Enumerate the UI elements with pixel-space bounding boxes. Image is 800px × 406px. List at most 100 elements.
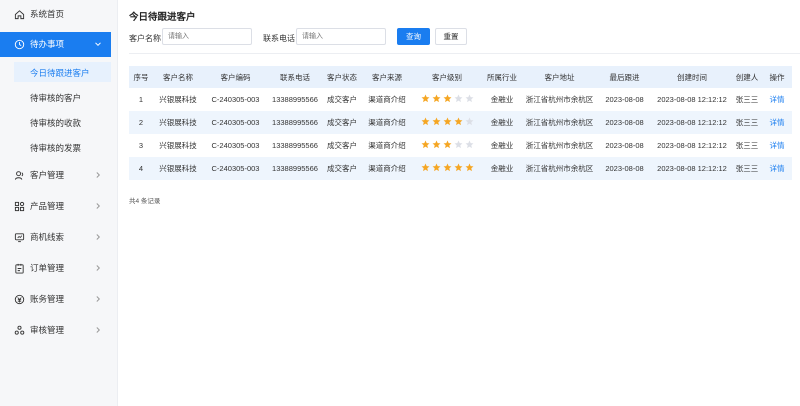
- cell-address: 浙江省杭州市余杭区: [525, 95, 594, 104]
- detail-link[interactable]: 详情: [770, 118, 785, 127]
- star-icon: [443, 117, 452, 128]
- main-content: 今日待跟进客户 客户名称 联系电话 查询 重置 序号客户名称客户编码联系电话客户…: [118, 0, 800, 406]
- cell-creator: 张三三: [735, 95, 759, 104]
- chevron-right-icon: [96, 203, 101, 209]
- column-header: 客户来源: [362, 66, 412, 88]
- sidebar-sub-label: 今日待跟进客户: [30, 68, 90, 78]
- sidebar-sub-today-followup[interactable]: 今日待跟进客户: [14, 62, 111, 82]
- customer-name-input[interactable]: [162, 28, 252, 45]
- cell-created: 2023-08-08 12:12:12: [657, 141, 727, 150]
- sidebar-item-label: 商机线索: [30, 232, 65, 242]
- cell-creator: 张三三: [732, 111, 762, 134]
- sidebar-item-todo[interactable]: 待办事项: [0, 32, 111, 57]
- cell-phone: 13388995566: [268, 111, 322, 134]
- detail-link[interactable]: 详情: [770, 141, 785, 150]
- column-header: 创建人: [732, 66, 762, 88]
- cell-name: 兴银展科技: [159, 95, 197, 104]
- cell-source: 渠道商介绍: [368, 141, 406, 150]
- cell-no: 3: [138, 141, 144, 150]
- star-icon: [421, 117, 430, 128]
- star-icon: [454, 117, 463, 128]
- cell-address: 浙江省杭州市余杭区: [525, 141, 594, 150]
- sidebar-item-customers[interactable]: 客户管理: [0, 163, 111, 187]
- star-icon: [465, 117, 474, 128]
- customer-level-stars: [412, 157, 482, 180]
- cell-industry: 金融业: [490, 141, 514, 150]
- sidebar: 系统首页 待办事项 今日待跟进客户 待审核的客户 待审核的收款 待审核的发票 客…: [0, 0, 118, 406]
- cell-created: 2023-08-08 12:12:12: [652, 157, 732, 180]
- cell-code: C-240305-003: [203, 111, 268, 134]
- clipboard-icon: [12, 261, 26, 275]
- detail-link[interactable]: 详情: [770, 95, 785, 104]
- cell-no: 1: [138, 95, 144, 104]
- star-icon: [421, 140, 430, 151]
- phone-label: 联系电话: [263, 34, 295, 43]
- cell-industry: 金融业: [490, 95, 514, 104]
- star-icon: [443, 163, 452, 174]
- sidebar-sub-pending-payments[interactable]: 待审核的收款: [0, 112, 111, 132]
- sidebar-item-label: 产品管理: [30, 201, 65, 211]
- cell-code: C-240305-003: [203, 157, 268, 180]
- home-icon: [12, 7, 26, 21]
- finance-icon: [12, 292, 26, 306]
- column-header: 序号: [129, 66, 153, 88]
- cell-phone: 13388995566: [272, 141, 318, 150]
- chevron-right-icon: [96, 296, 101, 302]
- cell-source: 渠道商介绍: [362, 157, 412, 180]
- customer-level-stars: [412, 111, 482, 134]
- star-icon: [465, 94, 474, 105]
- cell-name: 兴银展科技: [153, 111, 203, 134]
- cell-name: 兴银展科技: [159, 141, 197, 150]
- customer-level-stars: [412, 88, 482, 111]
- sidebar-sub-pending-invoices[interactable]: 待审核的发票: [0, 137, 111, 157]
- table-body: 1 兴银展科技 C-240305-003 13388995566 成交客户 渠道商介绍 金融…: [129, 88, 792, 180]
- cell-created: 2023-08-08 12:12:12: [652, 111, 732, 134]
- column-header: 操作: [762, 66, 792, 88]
- sidebar-item-label: 客户管理: [30, 170, 65, 180]
- cell-creator: 张三三: [732, 157, 762, 180]
- cell-status: 成交客户: [327, 95, 357, 104]
- cell-creator: 张三三: [735, 141, 759, 150]
- sidebar-item-accounts[interactable]: 账务管理: [0, 287, 111, 311]
- cell-address: 浙江省杭州市余杭区: [522, 111, 597, 134]
- sidebar-item-audit[interactable]: 审核管理: [0, 318, 111, 342]
- star-icon: [432, 163, 441, 174]
- customer-icon: [12, 168, 26, 182]
- column-header: 创建时间: [652, 66, 732, 88]
- column-header: 所属行业: [482, 66, 522, 88]
- sidebar-item-label: 系统首页: [30, 9, 65, 19]
- reset-button[interactable]: 重置: [435, 28, 467, 45]
- grid-icon: [12, 199, 26, 213]
- sidebar-item-orders[interactable]: 订单管理: [0, 256, 111, 280]
- sidebar-sub-pending-customers[interactable]: 待审核的客户: [0, 87, 111, 107]
- sidebar-item-leads[interactable]: 商机线索: [0, 225, 111, 249]
- action-cell: 详情: [762, 111, 792, 134]
- star-icon: [465, 140, 474, 151]
- star-icon: [421, 163, 430, 174]
- detail-link[interactable]: 详情: [770, 164, 785, 173]
- cell-created: 2023-08-08 12:12:12: [657, 95, 727, 104]
- table-row: 3 兴银展科技 C-240305-003 13388995566 成交客户 渠道商介绍 金融…: [129, 134, 792, 157]
- cell-address: 浙江省杭州市余杭区: [522, 157, 597, 180]
- search-button[interactable]: 查询: [397, 28, 430, 45]
- sidebar-item-label: 待办事项: [30, 39, 65, 49]
- star-icon: [421, 94, 430, 105]
- cell-phone: 13388995566: [272, 95, 318, 104]
- star-icon: [454, 94, 463, 105]
- sidebar-item-home[interactable]: 系统首页: [0, 2, 111, 26]
- chevron-down-icon: [95, 42, 101, 47]
- column-header: 最后跟进: [597, 66, 652, 88]
- cell-industry: 金融业: [482, 111, 522, 134]
- phone-input[interactable]: [296, 28, 386, 45]
- column-header: 客户级别: [412, 66, 482, 88]
- cell-code: C-240305-003: [211, 141, 260, 150]
- customer-level-stars: [412, 134, 482, 157]
- column-header: 客户地址: [522, 66, 597, 88]
- cell-last: 2023-08-08: [605, 141, 644, 150]
- star-icon: [465, 163, 474, 174]
- cell-phone: 13388995566: [268, 157, 322, 180]
- cell-source: 渠道商介绍: [362, 111, 412, 134]
- chevron-right-icon: [96, 327, 101, 333]
- cell-industry: 金融业: [482, 157, 522, 180]
- sidebar-item-products[interactable]: 产品管理: [0, 194, 111, 218]
